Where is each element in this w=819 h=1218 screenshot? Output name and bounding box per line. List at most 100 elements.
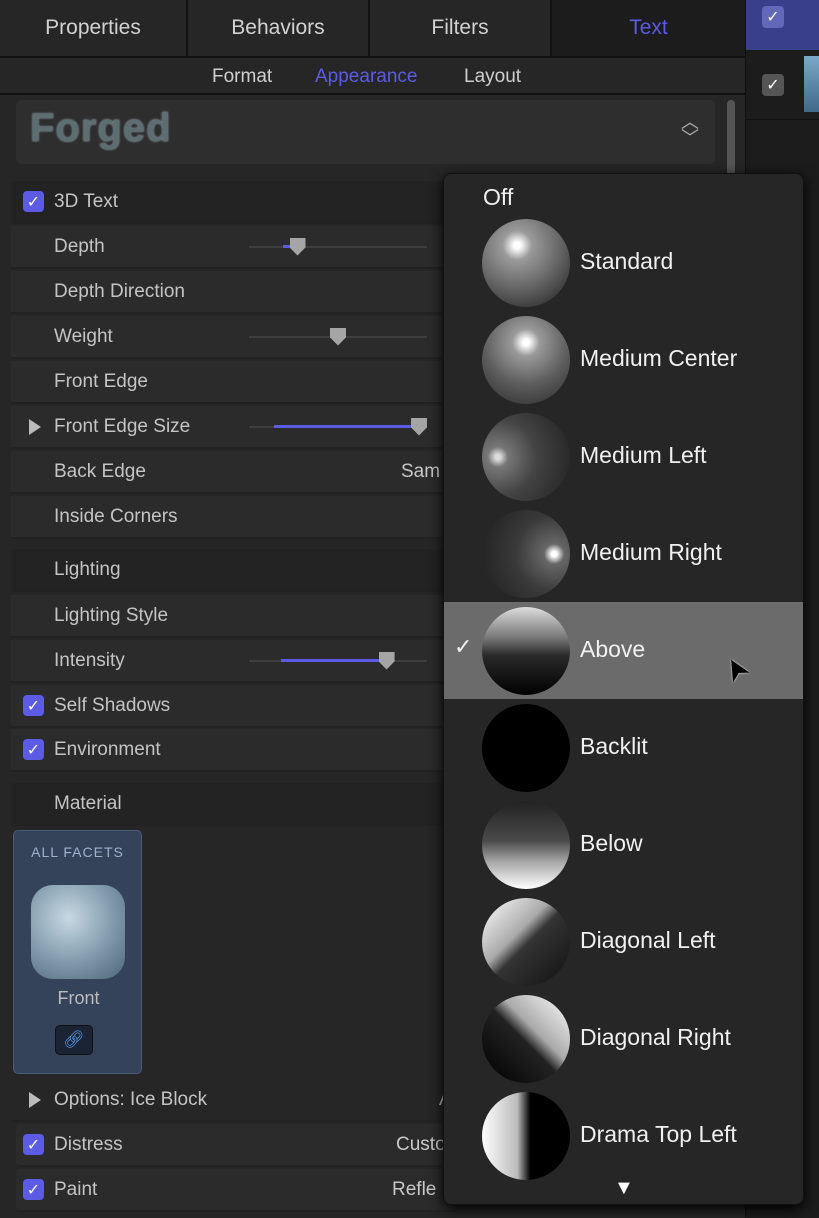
link-icon[interactable]: 🔗︎: [55, 1025, 93, 1055]
checkbox-3d-text[interactable]: ✓: [23, 191, 44, 212]
sphere-preview-icon: [482, 316, 570, 404]
paint-value[interactable]: Refle: [392, 1179, 436, 1201]
row-distress[interactable]: ✓ Distress Custo: [16, 1124, 456, 1167]
section-lighting[interactable]: Lighting: [11, 549, 451, 592]
weight-slider[interactable]: [249, 327, 427, 346]
menu-item-label: Above: [580, 636, 646, 662]
tab-text[interactable]: Text: [552, 0, 745, 56]
subtab-layout[interactable]: Layout: [464, 66, 521, 88]
subtab-appearance[interactable]: Appearance: [315, 66, 417, 88]
menu-item-label: Medium Right: [580, 539, 722, 565]
menu-item-below[interactable]: Below: [444, 796, 803, 893]
label: Front Edge Size: [54, 415, 191, 437]
label: Material: [54, 792, 122, 814]
checkbox-environment[interactable]: ✓: [23, 739, 44, 760]
menu-item-label: Backlit: [580, 733, 648, 759]
disclosure-triangle-icon[interactable]: [29, 418, 41, 435]
row-paint[interactable]: ✓ Paint Refle: [16, 1169, 456, 1212]
label: Options: Ice Block: [54, 1088, 208, 1110]
checkbox-distress[interactable]: ✓: [23, 1134, 44, 1155]
label: Depth: [54, 235, 105, 257]
tab-behaviors[interactable]: Behaviors: [188, 0, 370, 56]
sphere-preview-icon: [482, 1092, 570, 1180]
facet-tile-front[interactable]: ALL FACETS Front 🔗︎: [13, 830, 142, 1074]
label: Intensity: [54, 649, 125, 671]
layer-row[interactable]: ✓: [746, 50, 819, 120]
facet-label: Front: [57, 988, 100, 1008]
row-lighting-style[interactable]: Lighting Style: [11, 595, 451, 638]
back-edge-value[interactable]: Sam: [401, 461, 440, 483]
sphere-preview-icon: [482, 995, 570, 1083]
layer-checkbox[interactable]: ✓: [762, 74, 784, 96]
menu-item-label: Diagonal Right: [580, 1024, 731, 1050]
layer-row-selected[interactable]: ✓: [746, 0, 819, 50]
tab-properties[interactable]: Properties: [0, 0, 188, 56]
sphere-preview-icon: [482, 801, 570, 889]
menu-item-medium-left[interactable]: Medium Left: [444, 408, 803, 505]
sphere-preview-icon: [482, 510, 570, 598]
section-material[interactable]: Material: [11, 783, 451, 826]
front-edge-size-slider[interactable]: [249, 417, 427, 436]
row-depth-direction[interactable]: Depth Direction: [11, 271, 451, 314]
menu-item-backlit[interactable]: Backlit: [444, 699, 803, 796]
row-depth: Depth: [11, 226, 451, 269]
label: Front Edge: [54, 370, 148, 392]
sphere-preview-icon: [482, 704, 570, 792]
checkmark-icon: ✓: [454, 634, 473, 659]
sphere-preview-icon: [482, 898, 570, 986]
row-weight: Weight: [11, 316, 451, 359]
sphere-preview-icon: [482, 413, 570, 501]
menu-item-diagonal-left[interactable]: Diagonal Left: [444, 893, 803, 990]
tab-filters[interactable]: Filters: [370, 0, 552, 56]
label: Lighting: [54, 558, 121, 580]
sphere-preview-icon: [482, 607, 570, 695]
row-environment[interactable]: ✓ Environment: [11, 729, 451, 772]
row-options[interactable]: Options: Ice BlockA: [11, 1079, 452, 1122]
preset-name: Forged: [30, 106, 172, 150]
layer-checkbox[interactable]: ✓: [762, 6, 784, 28]
label: Depth Direction: [54, 280, 185, 302]
distress-value[interactable]: Custo: [396, 1134, 446, 1156]
row-front-edge-size: Front Edge Size: [11, 406, 451, 449]
row-inside-corners[interactable]: Inside Corners: [11, 496, 451, 539]
label: Lighting Style: [54, 604, 169, 626]
checkbox-paint[interactable]: ✓: [23, 1179, 44, 1200]
intensity-slider[interactable]: [249, 651, 427, 670]
menu-item-standard[interactable]: Standard: [444, 214, 803, 311]
menu-item-drama-top-left[interactable]: Drama Top Left: [444, 1087, 803, 1184]
label: Environment: [54, 738, 161, 760]
depth-slider[interactable]: [249, 237, 427, 256]
scrollbar[interactable]: [727, 100, 735, 176]
label: Back Edge: [54, 460, 146, 482]
facet-header: ALL FACETS: [31, 844, 124, 860]
label: 3D Text: [54, 190, 119, 212]
scroll-down-arrow-icon[interactable]: ▼: [614, 1177, 634, 1200]
menu-item-label: Below: [580, 830, 643, 856]
label: Self Shadows: [54, 694, 171, 716]
menu-item-label: Standard: [580, 248, 674, 274]
up-down-chevron-icon: ︿ ﹀: [681, 112, 699, 148]
row-front-edge[interactable]: Front Edge: [11, 361, 451, 404]
lighting-style-menu[interactable]: Off Standard Medium Center Medium Left Medi…: [443, 173, 804, 1205]
menu-item-label: Drama Top Left: [580, 1121, 737, 1147]
menu-item-diagonal-right[interactable]: Diagonal Right: [444, 990, 803, 1087]
menu-item-medium-right[interactable]: Medium Right: [444, 505, 803, 602]
menu-item-medium-center[interactable]: Medium Center: [444, 311, 803, 408]
label: Paint: [54, 1178, 98, 1200]
layer-thumbnail: [804, 56, 819, 112]
preset-selector[interactable]: Forged ︿ ﹀: [16, 100, 715, 164]
menu-item-above[interactable]: ✓ Above: [444, 602, 803, 699]
label: Weight: [54, 325, 113, 347]
label: Inside Corners: [54, 505, 178, 527]
sphere-preview-icon: [482, 219, 570, 307]
menu-item-off[interactable]: Off: [483, 184, 513, 211]
menu-item-label: Diagonal Left: [580, 927, 716, 953]
row-back-edge[interactable]: Back Edge Sam: [11, 451, 451, 494]
material-thumbnail: [31, 885, 125, 979]
row-3d-text[interactable]: ✓ 3D Text: [11, 181, 451, 224]
disclosure-triangle-icon[interactable]: [29, 1091, 41, 1108]
checkbox-self-shadows[interactable]: ✓: [23, 695, 44, 716]
menu-item-label: Medium Center: [580, 345, 738, 371]
row-self-shadows[interactable]: ✓ Self Shadows: [11, 685, 451, 728]
subtab-format[interactable]: Format: [212, 66, 272, 88]
